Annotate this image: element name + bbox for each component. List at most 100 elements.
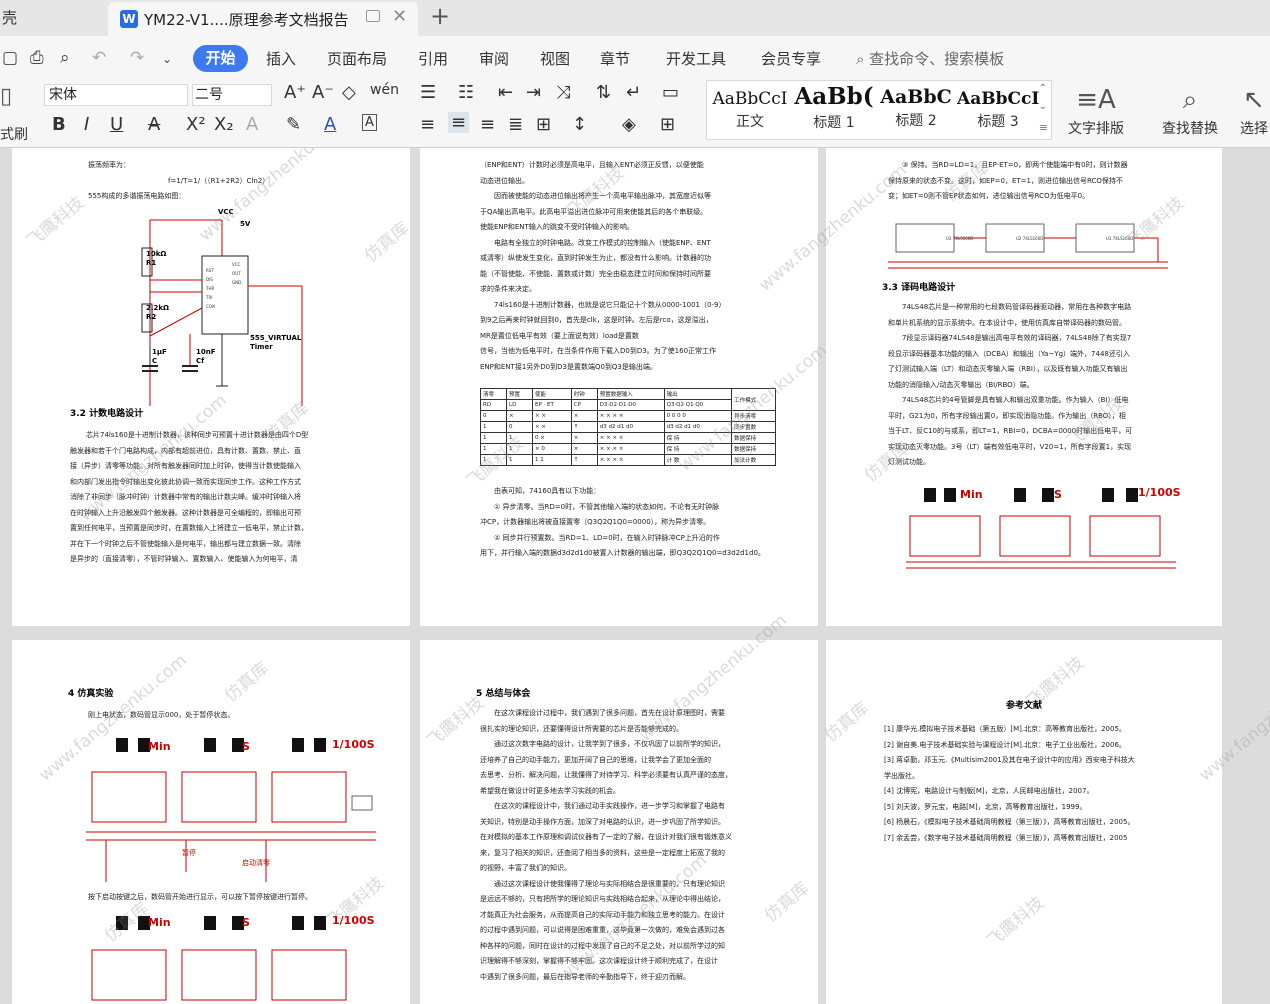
table-subheader-row: RD LD EP · ET CP D3·D2·D1·D0 Q3·Q2·Q1·Q0 bbox=[480, 399, 776, 411]
subscript-icon[interactable]: X₂ bbox=[214, 114, 234, 135]
table-header-cell: 预置数据输入 bbox=[596, 388, 665, 400]
cast-icon[interactable] bbox=[366, 10, 380, 22]
page-1-body: 芯片74ls160是十进制计数器，该种同步可预置十进计数器是由四个D型 触发器和… bbox=[70, 428, 400, 568]
strikethrough-icon[interactable]: A bbox=[148, 114, 160, 135]
ruler-icon[interactable]: ▭ bbox=[662, 82, 679, 103]
table-header-cell: 工作模式 bbox=[731, 388, 776, 411]
tab-insert[interactable]: 插入 bbox=[266, 48, 296, 69]
text-line: 在这次的课程设计中，我们通过动手实践操作，进一步学习和掌握了电路有 bbox=[494, 802, 725, 810]
text-line: 由表可知，74160具有以下功能： bbox=[494, 487, 601, 495]
chevron-down-icon[interactable]: ⌄ bbox=[162, 52, 172, 66]
pause-label: 暂停 bbox=[182, 849, 196, 857]
print-preview-icon[interactable]: ⌕ bbox=[60, 48, 70, 68]
style-normal[interactable]: AaBbCcI 正文 bbox=[709, 83, 791, 139]
italic-icon[interactable]: I bbox=[84, 114, 89, 135]
search-icon: ⌕ bbox=[856, 50, 870, 68]
font-color-icon[interactable]: A bbox=[324, 114, 336, 135]
style-sample: AaBbCcI bbox=[957, 89, 1039, 109]
tab-developer[interactable]: 开发工具 bbox=[666, 48, 726, 69]
bullet-list-icon[interactable]: ☰ bbox=[420, 82, 436, 103]
style-heading-3[interactable]: AaBbCcI 标题 3 bbox=[957, 83, 1039, 139]
highlight-icon[interactable]: ✎ bbox=[286, 114, 301, 135]
timer-label-2: Timer bbox=[250, 343, 273, 351]
text-line: 并在下一个时钟之后不管使能输入是何电平，输出都与建立数据一致。清除 bbox=[70, 539, 301, 548]
table-header-cell: 清零 bbox=[480, 388, 507, 400]
references-list: [1] 康华光.模拟电子技术基础（第五版）[M].北京：高等教育出版社，2005… bbox=[884, 722, 1214, 846]
chinese-layout-icon[interactable]: ⤨ bbox=[556, 82, 570, 103]
table-cell: CP bbox=[570, 399, 598, 411]
show-marks-icon[interactable]: ↵ bbox=[626, 82, 641, 103]
decrease-indent-icon[interactable]: ⇤ bbox=[498, 82, 513, 103]
table-header-cell: 预置 bbox=[506, 388, 533, 400]
styles-more-icon[interactable]: ≡ bbox=[1039, 121, 1048, 134]
align-left-icon[interactable]: ≡ bbox=[420, 114, 435, 135]
print-icon[interactable]: ⎙ bbox=[30, 48, 44, 68]
text-effect-icon[interactable]: A bbox=[246, 114, 258, 135]
command-search[interactable]: ⌕ 查找命令、搜索模板 bbox=[856, 48, 1004, 69]
tab-sections[interactable]: 章节 bbox=[600, 48, 630, 69]
increase-indent-icon[interactable]: ⇥ bbox=[526, 82, 541, 103]
grow-font-icon[interactable]: A⁺ bbox=[284, 82, 306, 103]
text-line: 功能的消隐输入/动态灭零输出（BI/RBO）端。 bbox=[888, 380, 1034, 389]
start-clear-label: 启动清零 bbox=[242, 859, 270, 867]
clear-format-icon[interactable]: ◇ bbox=[342, 82, 356, 103]
text-line: 种各样的问题，同时在设计的过程中发现了自己的不足之处，对以前所学过的知 bbox=[480, 941, 725, 950]
page-1-top-text: 振荡频率为： f=1/T=1/（（R1+2R2）Cln2） 555构成的多谐振荡… bbox=[88, 158, 398, 205]
find-replace-button[interactable]: ⌕ 查找替换 bbox=[1162, 82, 1218, 138]
align-right-icon[interactable]: ≡ bbox=[480, 114, 495, 135]
undo-icon[interactable]: ↶ bbox=[92, 48, 106, 68]
phonetic-icon[interactable]: wén bbox=[370, 82, 399, 98]
font-name-select[interactable]: 宋体 bbox=[44, 84, 188, 106]
close-icon[interactable]: ✕ bbox=[392, 6, 407, 27]
shading-icon[interactable]: ◈ bbox=[622, 114, 636, 135]
styles-scroll-down-icon[interactable]: ⌄ bbox=[1039, 101, 1047, 112]
char-border-icon[interactable]: A bbox=[362, 114, 377, 131]
cf-name: Cf bbox=[196, 357, 205, 365]
tab-view[interactable]: 视图 bbox=[540, 48, 570, 69]
sort-icon[interactable]: ⇅ bbox=[596, 82, 611, 103]
redo-icon[interactable]: ↷ bbox=[130, 48, 144, 68]
distribute-icon[interactable]: ⊞ bbox=[536, 114, 551, 135]
min-label: Min bbox=[960, 488, 983, 501]
bold-icon[interactable]: B bbox=[52, 114, 66, 135]
reference-item: [1] 康华光.模拟电子技术基础（第五版）[M].北京：高等教育出版社，2005… bbox=[884, 725, 1126, 733]
select-button[interactable]: ↖ 选择 bbox=[1240, 82, 1268, 138]
text-line: ② 同步并行预置数。当RD=1、LD=0时，在输入时钟脉冲CP上升沿的作 bbox=[494, 533, 720, 542]
style-heading-2[interactable]: AaBbC 标题 2 bbox=[875, 83, 957, 139]
align-center-icon[interactable]: ≡ bbox=[448, 112, 470, 133]
add-tab-button[interactable]: + bbox=[430, 2, 450, 30]
tab-page-layout[interactable]: 页面布局 bbox=[327, 48, 387, 69]
font-size-select[interactable]: 二号 bbox=[192, 84, 272, 106]
shrink-font-icon[interactable]: A⁻ bbox=[312, 82, 334, 103]
tab-home[interactable]: 开始 bbox=[193, 45, 248, 72]
word-doc-icon: W bbox=[120, 10, 138, 28]
tab-member[interactable]: 会员专享 bbox=[761, 48, 821, 69]
tab-previous[interactable]: 壳 bbox=[0, 0, 106, 36]
text-line: 了灯测试输入端（LT）和动态灭零输入端（RBI），以及既有输入功能又有输出 bbox=[888, 365, 1128, 373]
r1-value: 10kΩ bbox=[146, 250, 167, 258]
style-sample: AaBbCcI bbox=[712, 89, 788, 109]
line-spacing-icon[interactable]: ↕ bbox=[572, 114, 587, 135]
styles-scroll-up-icon[interactable]: ⌃ bbox=[1039, 83, 1047, 94]
superscript-icon[interactable]: X² bbox=[186, 114, 206, 135]
tab-active-document[interactable]: W YM22-V1....原理参考文档报告 ✕ bbox=[108, 2, 418, 36]
sec-label: S bbox=[242, 740, 250, 753]
tab-references[interactable]: 引用 bbox=[418, 48, 448, 69]
chip-label: U1 74LS160D bbox=[1106, 236, 1134, 241]
text-line: 按下启动按键之后，数码管开始进行显示，可以按下暂停按键进行暂停。 bbox=[88, 893, 312, 901]
text-line: ENP和ENT接1另外D0到D3是置数端Q0到Q3是输出端。 bbox=[480, 362, 657, 371]
save-icon[interactable]: ▢ bbox=[2, 48, 18, 68]
style-heading-1[interactable]: AaBb( 标题 1 bbox=[793, 83, 875, 139]
page-2-after-table: 由表可知，74160具有以下功能： ① 异步清零。当RD=0时，不管其他输入端的… bbox=[480, 484, 806, 562]
tab-review[interactable]: 审阅 bbox=[479, 48, 509, 69]
text-layout-button[interactable]: ≡A 文字排版 bbox=[1068, 82, 1124, 138]
numbered-list-icon[interactable]: ☷ bbox=[458, 82, 474, 103]
search-placeholder: 查找命令、搜索模板 bbox=[869, 50, 1005, 68]
text-line: 当于LT、反C10的与或系，即LT=1，RBI=0，DCBA=0000时输出低电… bbox=[888, 427, 1133, 435]
underline-icon[interactable]: U bbox=[110, 114, 123, 135]
formula-line: f=1/T=1/（（R1+2R2）Cln2） bbox=[168, 176, 270, 185]
text-line: 和单片机系统的显示系统中。在本设计中，使用仿真库自带译码器的数码管。 bbox=[888, 318, 1126, 327]
borders-icon[interactable]: ⊞ bbox=[660, 114, 675, 135]
justify-icon[interactable]: ≣ bbox=[508, 114, 523, 135]
document-canvas[interactable]: 振荡频率为： f=1/T=1/（（R1+2R2）Cln2） 555构成的多谐振荡… bbox=[0, 148, 1270, 1004]
